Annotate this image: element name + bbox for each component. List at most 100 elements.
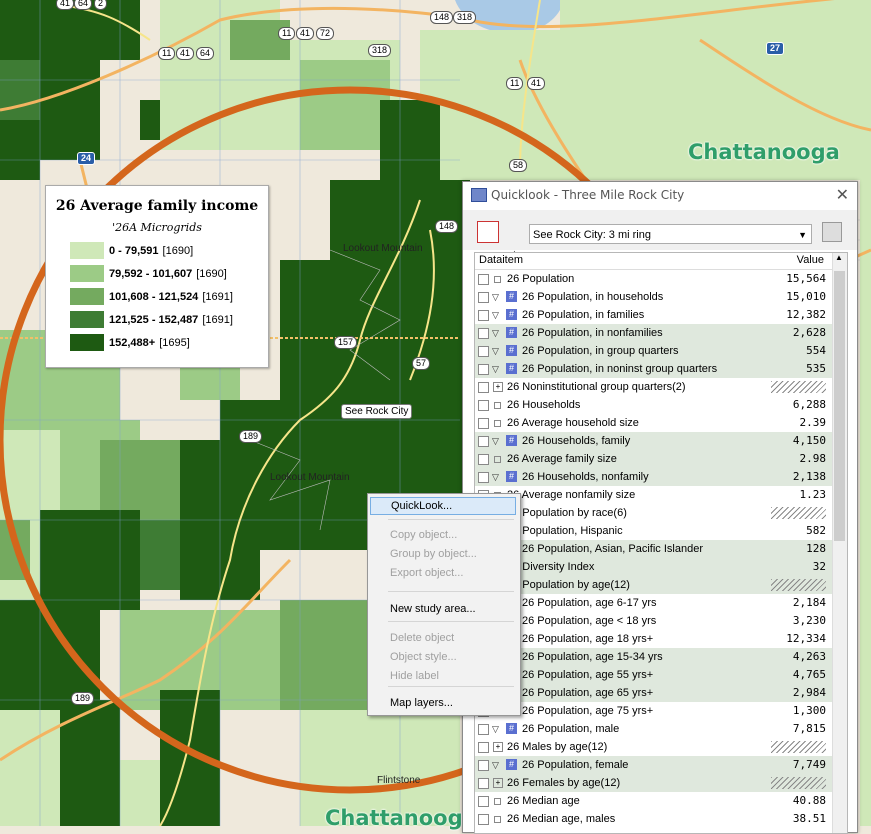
- filter-icon[interactable]: ▽: [492, 306, 499, 324]
- report-icon[interactable]: [477, 221, 499, 243]
- row-checkbox[interactable]: [478, 454, 489, 465]
- row-checkbox[interactable]: [478, 418, 489, 429]
- group-placeholder: [771, 507, 826, 519]
- window-titlebar[interactable]: Quicklook - Three Mile Rock City ✕: [463, 182, 857, 210]
- row-checkbox[interactable]: [478, 742, 489, 753]
- filter-icon[interactable]: ▽: [492, 756, 499, 774]
- map-legend[interactable]: 26 Average family income '26A Microgrids…: [45, 185, 269, 368]
- table-row[interactable]: ▽ #26 Population, in nonfamilies 2,628: [475, 324, 832, 342]
- table-row[interactable]: 26 Average household size 2.39: [475, 414, 832, 432]
- table-row[interactable]: ▽#26 Population, age 55 yrs+4,765: [475, 666, 832, 684]
- table-row[interactable]: 26 Average nonfamily size 1.23: [475, 486, 832, 504]
- route-shield: 58: [509, 159, 528, 172]
- route-shield: 189: [239, 430, 263, 443]
- row-value: 1.23: [799, 488, 827, 501]
- row-value: 2,184: [792, 596, 826, 609]
- table-row[interactable]: +26 Population by race(6): [475, 504, 832, 522]
- expand-icon[interactable]: +: [493, 778, 503, 788]
- table-row[interactable]: 26 Diversity Index 32: [475, 558, 832, 576]
- menu-item-map-layers[interactable]: Map layers...: [370, 694, 516, 712]
- filter-icon[interactable]: ▽: [492, 468, 499, 486]
- route-shield: 148: [430, 11, 454, 24]
- scrollbar-thumb[interactable]: [834, 271, 845, 541]
- study-area-select[interactable]: See Rock City: 3 mi ring ▼: [529, 224, 812, 244]
- item-icon: [494, 798, 501, 805]
- row-checkbox[interactable]: [478, 436, 489, 447]
- table-row[interactable]: 26 Median age, males 38.51: [475, 810, 832, 828]
- close-icon[interactable]: ✕: [836, 185, 849, 205]
- legend-class: 0 - 79,591 [1690]: [70, 242, 193, 259]
- table-row[interactable]: +26 Noninstitutional group quarters(2): [475, 378, 832, 396]
- row-checkbox[interactable]: [478, 778, 489, 789]
- row-checkbox[interactable]: [478, 274, 489, 285]
- row-checkbox[interactable]: [478, 364, 489, 375]
- menu-separator: [388, 686, 514, 687]
- numeric-icon: #: [506, 471, 517, 482]
- group-placeholder: [771, 381, 826, 393]
- table-row[interactable]: ▽#26 Population, age 15-34 yrs4,263: [475, 648, 832, 666]
- table-row[interactable]: +26 Females by age(12): [475, 774, 832, 792]
- table-row[interactable]: ▽ #26 Households, nonfamily 2,138: [475, 468, 832, 486]
- row-checkbox[interactable]: [478, 400, 489, 411]
- expand-icon[interactable]: +: [493, 382, 503, 392]
- row-value: 40.88: [792, 794, 826, 807]
- table-row[interactable]: 26 Median age 40.88: [475, 792, 832, 810]
- filter-icon[interactable]: ▽: [492, 324, 499, 342]
- table-row[interactable]: ▽ #26 Population, in noninst group quarte…: [475, 360, 832, 378]
- row-checkbox[interactable]: [478, 328, 489, 339]
- scroll-up-icon[interactable]: ▲: [835, 253, 843, 262]
- table-row[interactable]: ▽#26 Population, age 65 yrs+2,984: [475, 684, 832, 702]
- table-row[interactable]: ▽ #26 Population, male 7,815: [475, 720, 832, 738]
- row-checkbox[interactable]: [478, 310, 489, 321]
- filter-icon[interactable]: ▽: [492, 360, 499, 378]
- table-row[interactable]: ▽ #26 Population, in families 12,382: [475, 306, 832, 324]
- data-grid[interactable]: Dataitem Value 26 Population 15,564 ▽ #26 P…: [474, 252, 848, 834]
- filter-icon[interactable]: ▽: [492, 288, 499, 306]
- filter-icon[interactable]: ▽: [492, 432, 499, 450]
- row-checkbox[interactable]: [478, 472, 489, 483]
- row-checkbox[interactable]: [478, 346, 489, 357]
- poi-label-rock-city[interactable]: See Rock City: [341, 404, 413, 419]
- city-label: Chattanoog: [325, 806, 463, 830]
- row-label: 26 Population, age 15-34 yrs: [522, 651, 663, 663]
- table-row[interactable]: ▽#26 Population, age 6-17 yrs2,184: [475, 594, 832, 612]
- table-row[interactable]: ▽ #26 Population, in group quarters 554: [475, 342, 832, 360]
- filter-icon[interactable]: ▽: [492, 342, 499, 360]
- table-row[interactable]: ▽ #26 Population, in households 15,010: [475, 288, 832, 306]
- table-row[interactable]: ▽ #26 Population, female 7,749: [475, 756, 832, 774]
- context-menu[interactable]: QuickLook... Copy object... Group by objec…: [367, 493, 521, 716]
- menu-item-quicklook[interactable]: QuickLook...: [370, 497, 516, 515]
- row-label: 26 Median age, males: [507, 813, 616, 825]
- row-checkbox[interactable]: [478, 760, 489, 771]
- filter-icon[interactable]: ▽: [492, 720, 499, 738]
- table-row[interactable]: ▽#26 Population, age 18 yrs+12,334: [475, 630, 832, 648]
- row-checkbox[interactable]: [478, 382, 489, 393]
- table-row[interactable]: 26 Households 6,288: [475, 396, 832, 414]
- settings-icon[interactable]: [822, 222, 842, 242]
- table-row[interactable]: ▽#26 Population, age < 18 yrs3,230: [475, 612, 832, 630]
- vertical-scrollbar[interactable]: ▲: [832, 253, 847, 833]
- table-row[interactable]: 26 Population, Hispanic 582: [475, 522, 832, 540]
- column-header-value[interactable]: Value: [797, 254, 824, 266]
- item-icon: [494, 420, 501, 427]
- table-row[interactable]: ▽#26 Population, age 75 yrs+1,300: [475, 702, 832, 720]
- row-checkbox[interactable]: [478, 292, 489, 303]
- legend-class: 79,592 - 101,607 [1690]: [70, 265, 227, 282]
- table-row[interactable]: ▽#26 Population, Asian, Pacific Islander…: [475, 540, 832, 558]
- column-header-dataitem[interactable]: Dataitem: [479, 254, 523, 266]
- expand-icon[interactable]: +: [493, 742, 503, 752]
- legend-class: 152,488+ [1695]: [70, 334, 190, 351]
- table-row[interactable]: +26 Population by age(12): [475, 576, 832, 594]
- row-checkbox[interactable]: [478, 724, 489, 735]
- chevron-down-icon[interactable]: ▼: [798, 225, 807, 245]
- row-checkbox[interactable]: [478, 796, 489, 807]
- table-row[interactable]: ▽ #26 Households, family 4,150: [475, 432, 832, 450]
- menu-item-copy-object: Copy object...: [390, 529, 458, 541]
- table-row[interactable]: 26 Population 15,564: [475, 270, 832, 288]
- row-checkbox[interactable]: [478, 814, 489, 825]
- table-row[interactable]: +26 Males by age(12): [475, 738, 832, 756]
- table-row[interactable]: 26 Average family size 2.98: [475, 450, 832, 468]
- menu-item-new-study-area[interactable]: New study area...: [370, 600, 516, 618]
- quicklook-window[interactable]: Quicklook - Three Mile Rock City ✕ ▲ ▼ Se…: [462, 181, 858, 834]
- legend-class-count: [1690]: [162, 244, 194, 257]
